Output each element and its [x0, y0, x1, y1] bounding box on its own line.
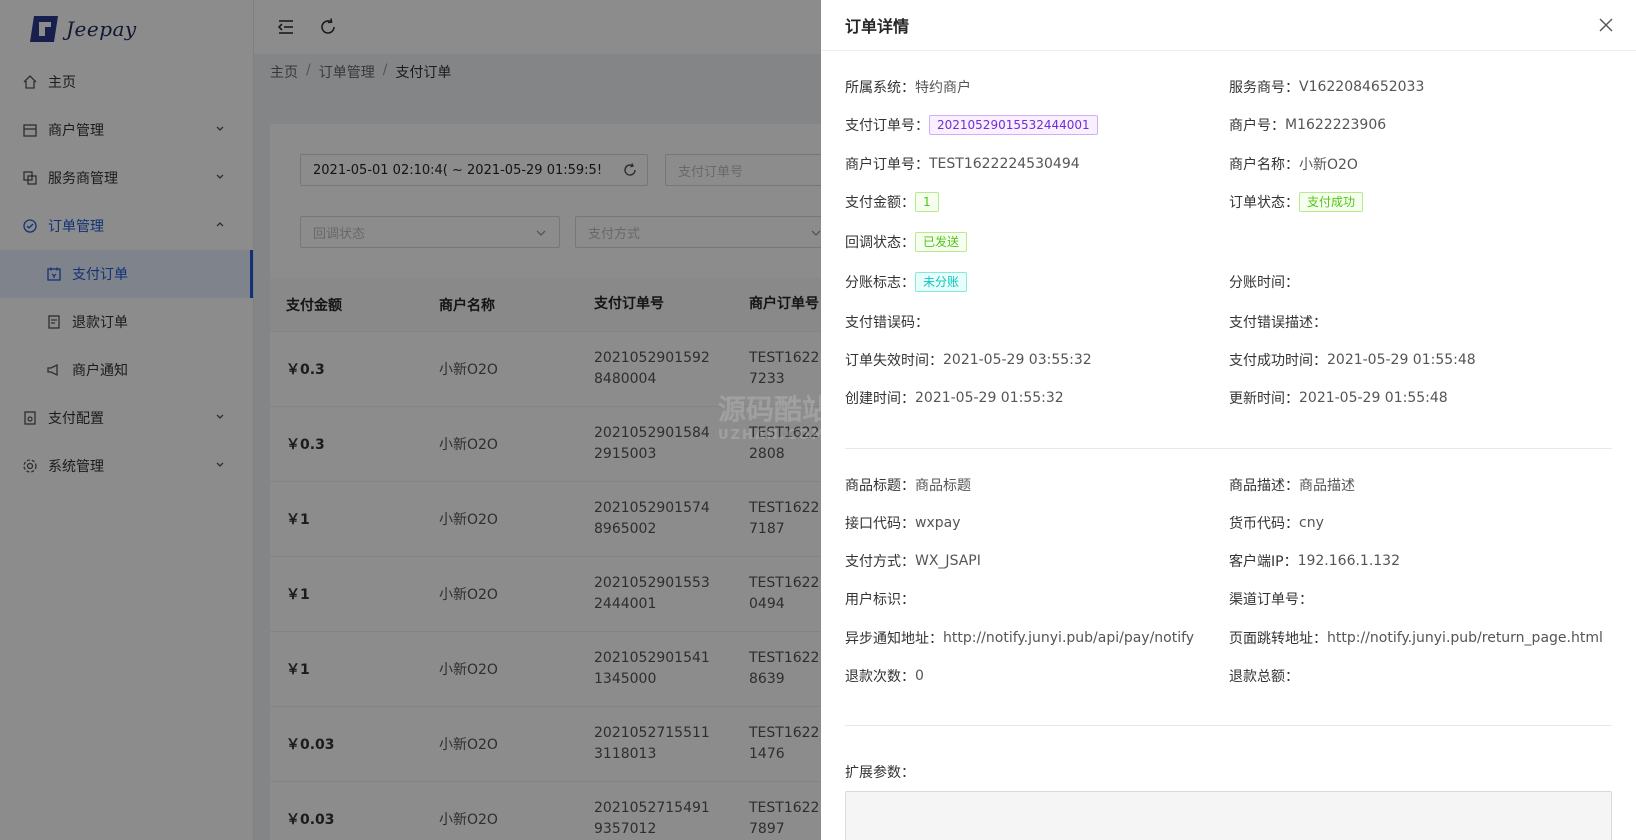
field-refund-amount: 退款总额： [1229, 665, 1299, 687]
field-value: 2021-05-29 01:55:32 [915, 390, 1064, 406]
field-mch-no: 商户号： M1622223906 [1229, 114, 1386, 136]
field-division: 分账标志： 未分账 [845, 271, 968, 293]
field-label: 支付金额： [845, 195, 915, 211]
field-currency: 货币代码： cny [1229, 512, 1324, 534]
field-way-code: 支付方式： WX_JSAPI [845, 550, 981, 572]
field-value: 192.166.1.132 [1297, 553, 1401, 569]
pay-order-tag: 20210529015532444001 [929, 115, 1098, 135]
field-value: TEST1622224530494 [929, 156, 1080, 172]
field-label: 接口代码： [845, 516, 915, 532]
field-label: 商户订单号： [845, 157, 929, 173]
field-value: 小新O2O [1299, 157, 1358, 173]
field-channel-order-no: 渠道订单号： [1229, 588, 1313, 610]
field-value: http://notify.junyi.pub/api/pay/notify [943, 630, 1195, 646]
drawer-header: 订单详情 [821, 0, 1636, 51]
field-value: 商品描述 [1299, 478, 1355, 494]
field-label: 货币代码： [1229, 516, 1299, 532]
field-notify-url: 异步通知地址： http://notify.junyi.pub/api/pay/n… [845, 627, 1194, 649]
field-label: 支付订单号： [845, 118, 929, 134]
field-label: 回调状态： [845, 235, 915, 251]
field-return-url: 页面跳转地址： http://notify.junyi.pub/return_pa… [1229, 627, 1603, 649]
field-client-ip: 客户端IP： 192.166.1.132 [1229, 550, 1400, 572]
field-value: wxpay [915, 515, 961, 531]
close-icon[interactable] [1598, 17, 1614, 33]
field-label: 商户号： [1229, 118, 1285, 134]
field-value: 特约商户 [915, 80, 971, 96]
field-value: M1622223906 [1285, 117, 1387, 133]
field-value: 2021-05-29 01:55:48 [1299, 390, 1448, 406]
field-label: 用户标识： [845, 592, 915, 608]
order-detail-drawer: 订单详情 所属系统： 特约商户 服务商号： V1622084652033 支付订单号… [821, 0, 1636, 840]
field-value: 0 [915, 668, 924, 684]
field-division-time: 分账时间： [1229, 271, 1299, 293]
field-label: 更新时间： [1229, 391, 1299, 407]
field-user-id: 用户标识： [845, 588, 915, 610]
field-label: 服务商号： [1229, 80, 1299, 96]
field-value: cny [1299, 515, 1324, 531]
field-value: V1622084652033 [1299, 79, 1425, 95]
field-label: 退款总额： [1229, 669, 1299, 685]
field-label: 扩展参数： [845, 765, 915, 781]
division-tag: 未分账 [915, 272, 968, 292]
field-pay-order-no: 支付订单号： 20210529015532444001 [845, 114, 1098, 136]
field-label: 订单失效时间： [845, 353, 943, 369]
field-label: 支付方式： [845, 554, 915, 570]
field-label: 创建时间： [845, 391, 915, 407]
field-label: 支付错误码： [845, 315, 929, 331]
drawer-title: 订单详情 [845, 17, 910, 36]
field-amount: 支付金额： 1 [845, 191, 939, 213]
field-system: 所属系统： 特约商户 [845, 76, 971, 98]
field-label: 支付错误描述： [1229, 315, 1327, 331]
notify-tag: 已发送 [915, 232, 968, 252]
field-mch-order-no: 商户订单号： TEST1622224530494 [845, 153, 1080, 175]
field-value: WX_JSAPI [915, 553, 981, 569]
field-value: http://notify.junyi.pub/return_page.html [1327, 630, 1603, 646]
field-label: 异步通知地址： [845, 631, 943, 647]
field-label: 客户端IP： [1229, 554, 1298, 570]
section-divider [845, 448, 1612, 449]
field-notify-state: 回调状态： 已发送 [845, 231, 968, 253]
field-created-time: 创建时间： 2021-05-29 01:55:32 [845, 387, 1064, 409]
field-label: 商户名称： [1229, 157, 1299, 173]
field-err-msg: 支付错误描述： [1229, 311, 1327, 333]
field-isv: 服务商号： V1622084652033 [1229, 76, 1424, 98]
field-state: 订单状态： 支付成功 [1229, 191, 1364, 213]
field-label: 渠道订单号： [1229, 592, 1313, 608]
field-label: 支付成功时间： [1229, 353, 1327, 369]
field-updated-time: 更新时间： 2021-05-29 01:55:48 [1229, 387, 1448, 409]
section-divider [845, 725, 1612, 726]
field-value: 商品标题 [915, 478, 971, 494]
field-label: 退款次数： [845, 669, 915, 685]
field-label: 商品标题： [845, 478, 915, 494]
field-value: 2021-05-29 01:55:48 [1327, 352, 1476, 368]
field-label: 订单状态： [1229, 195, 1299, 211]
field-value: 2021-05-29 03:55:32 [943, 352, 1092, 368]
field-mch-name: 商户名称： 小新O2O [1229, 153, 1358, 175]
field-body: 商品描述： 商品描述 [1229, 474, 1355, 496]
field-ext-param: 扩展参数： [845, 761, 915, 783]
field-refund-times: 退款次数： 0 [845, 665, 924, 687]
amount-tag: 1 [915, 192, 939, 212]
field-expire-time: 订单失效时间： 2021-05-29 03:55:32 [845, 349, 1092, 371]
field-label: 商品描述： [1229, 478, 1299, 494]
field-success-time: 支付成功时间： 2021-05-29 01:55:48 [1229, 349, 1476, 371]
field-subject: 商品标题： 商品标题 [845, 474, 971, 496]
field-label: 分账标志： [845, 275, 915, 291]
ext-param-textarea[interactable] [845, 791, 1612, 840]
field-label: 分账时间： [1229, 275, 1299, 291]
field-err-code: 支付错误码： [845, 311, 929, 333]
state-tag: 支付成功 [1299, 192, 1364, 212]
field-if-code: 接口代码： wxpay [845, 512, 961, 534]
field-label: 页面跳转地址： [1229, 631, 1327, 647]
field-label: 所属系统： [845, 80, 915, 96]
